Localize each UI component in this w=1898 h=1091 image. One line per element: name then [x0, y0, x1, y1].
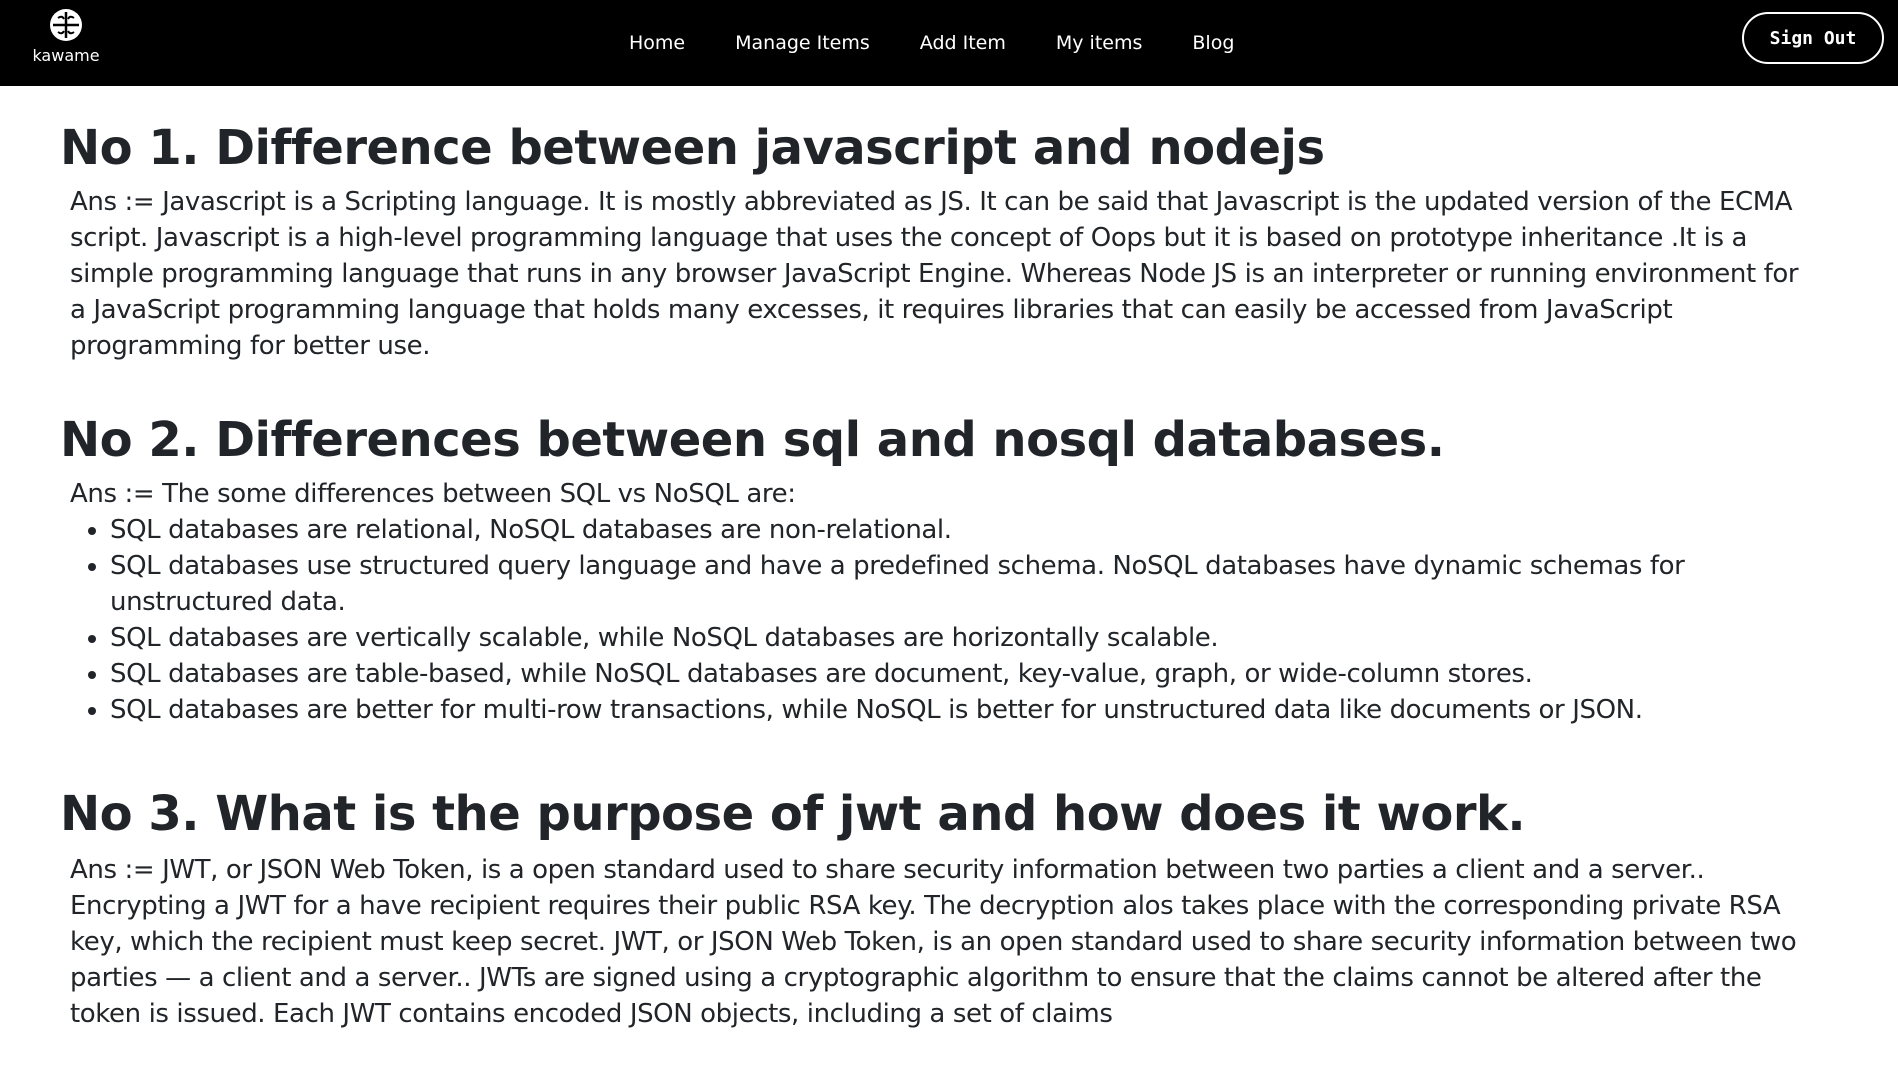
nav-link-my-items[interactable]: My items [1056, 32, 1143, 54]
nav-link-home[interactable]: Home [629, 32, 685, 54]
question-3: No 3. What is the purpose of jwt and how… [60, 728, 1838, 1032]
nav-item-manage-items: Manage Items [735, 32, 870, 54]
logo-icon [50, 9, 82, 41]
nav-link-add-item[interactable]: Add Item [920, 32, 1006, 54]
answer-text: Ans := Javascript is a Scripting languag… [70, 187, 1799, 361]
question-title: No 3. What is the purpose of jwt and how… [60, 786, 1526, 842]
list-item: SQL databases are relational, NoSQL data… [110, 512, 1818, 548]
blog-content: No 1. Difference between javascript and … [0, 86, 1898, 1032]
nav-item-home: Home [629, 32, 685, 54]
sign-out-button[interactable]: Sign Out [1742, 12, 1884, 64]
list-item: SQL databases are vertically scalable, w… [110, 620, 1818, 656]
brand-logo-link[interactable]: kawame [26, 8, 106, 65]
answer-text: Ans := The some differences between SQL … [70, 479, 796, 509]
list-item: SQL databases use structured query langu… [110, 548, 1818, 620]
question-title: No 2. Differences between sql and nosql … [60, 412, 1445, 468]
nav-links: Home Manage Items Add Item My items Blog [604, 0, 1259, 86]
top-navbar: kawame Home Manage Items Add Item My ite… [0, 0, 1898, 86]
question-1: No 1. Difference between javascript and … [60, 86, 1838, 364]
list-item: SQL databases are better for multi-row t… [110, 692, 1818, 728]
nav-item-add-item: Add Item [920, 32, 1006, 54]
nav-item-blog: Blog [1192, 32, 1234, 54]
question-2: No 2. Differences between sql and nosql … [60, 364, 1838, 728]
question-title: No 1. Difference between javascript and … [60, 120, 1325, 176]
answer-text: Ans := JWT, or JSON Web Token, is a open… [70, 855, 1797, 1029]
answer-list: SQL databases are relational, NoSQL data… [60, 512, 1838, 728]
brand-name: kawame [32, 46, 100, 65]
nav-item-my-items: My items [1056, 32, 1143, 54]
list-item: SQL databases are table-based, while NoS… [110, 656, 1818, 692]
nav-link-manage-items[interactable]: Manage Items [735, 32, 870, 54]
nav-link-blog[interactable]: Blog [1192, 32, 1234, 54]
